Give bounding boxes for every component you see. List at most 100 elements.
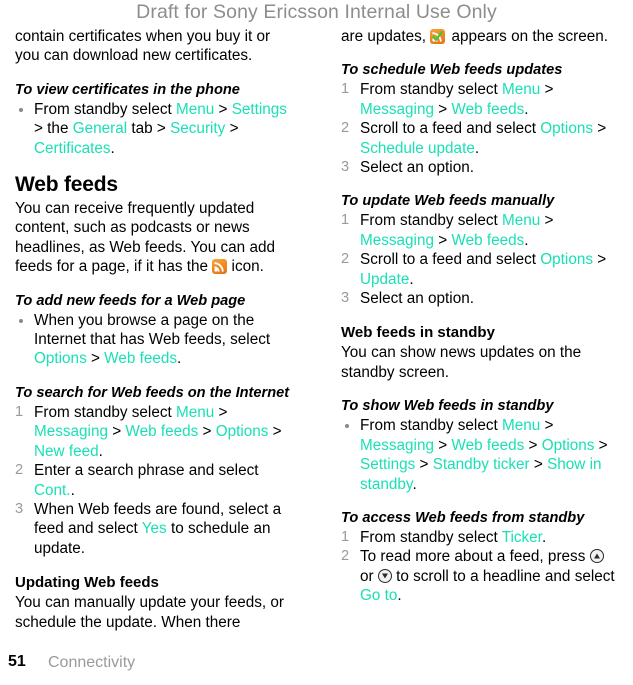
task-heading-add-new-feeds: To add new feeds for a Web page [15, 292, 246, 309]
task-heading-view-certificates: To view certificates in the phone [15, 81, 240, 98]
softkey-messaging[interactable]: Messaging [360, 437, 434, 454]
step-text: Enter a search phrase and select [34, 462, 259, 480]
softkey-web-feeds[interactable]: Web feeds [125, 423, 198, 440]
softkey-certificates[interactable]: Certificates [34, 140, 111, 157]
footer-section-name: Connectivity [48, 654, 136, 671]
softkey-options[interactable]: Options [540, 120, 593, 137]
period: . [409, 270, 414, 288]
bullet-list-add-new-feeds: When you browse a page on the Internet t… [15, 311, 294, 369]
page-footer: 51 Connectivity [0, 653, 633, 677]
softkey-schedule-update[interactable]: Schedule update [360, 140, 475, 157]
softkey-settings[interactable]: Settings [232, 101, 287, 118]
separator: > [198, 423, 216, 441]
subsection-heading-updating-web-feeds: Updating Web feeds [15, 574, 159, 592]
softkey-settings[interactable]: Settings [360, 456, 415, 473]
softkey-messaging[interactable]: Messaging [360, 232, 434, 249]
bullet-list-show-standby: From standby select Menu > Messaging > W… [341, 416, 620, 494]
step-list-access-standby: 1 From standby select Ticker. 2 To read mo… [341, 528, 620, 606]
step-number: 3 [341, 159, 350, 176]
separator: > [433, 231, 452, 249]
period: . [110, 139, 115, 157]
step-text: From standby select [34, 403, 176, 421]
continued-text: are updates, [341, 28, 431, 45]
softkey-cont[interactable]: Cont. [34, 482, 71, 499]
list-item: 2 To read more about a feed, press or to … [341, 547, 620, 605]
left-column: contain certificates when you buy it or … [0, 27, 316, 632]
step-number: 2 [341, 548, 350, 565]
step-text: Select an option. [360, 290, 474, 308]
subsection-body-updating-web-feeds: You can manually update your feeds, or s… [15, 594, 285, 631]
step-list-search-feeds: 1 From standby select Menu > Messaging > … [15, 403, 294, 558]
softkey-yes[interactable]: Yes [142, 520, 167, 537]
period: . [397, 587, 402, 605]
page-number: 51 [8, 653, 26, 670]
step-text-tail: to scroll to a headline and select [391, 567, 615, 585]
intro-text-tail: icon. [227, 258, 264, 276]
softkey-web-feeds[interactable]: Web feeds [451, 101, 524, 118]
rss-updated-icon [430, 29, 446, 44]
nav-down-icon [377, 568, 392, 583]
softkey-web-feeds[interactable]: Web feeds [451, 232, 524, 249]
softkey-options[interactable]: Options [540, 251, 593, 268]
subsection-heading-web-feeds-in-standby: Web feeds in standby [341, 324, 495, 342]
softkey-menu[interactable]: Menu [176, 404, 214, 421]
list-item: 1 From standby select Ticker. [341, 528, 620, 547]
list-item: From standby select Menu > Messaging > W… [341, 416, 620, 494]
list-item: From standby select Menu > Settings > th… [15, 100, 294, 158]
softkey-security[interactable]: Security [170, 120, 225, 137]
softkey-update[interactable]: Update [360, 271, 409, 288]
period: . [541, 528, 547, 546]
list-item: 3 When Web feeds are found, select a feed… [15, 500, 294, 558]
softkey-options[interactable]: Options [542, 437, 595, 454]
separator: tab > [127, 120, 171, 138]
softkey-options[interactable]: Options [216, 423, 269, 440]
softkey-general[interactable]: General [73, 120, 127, 137]
separator: > [86, 350, 105, 368]
step-text: From standby select [360, 81, 502, 99]
step-text: Select an option. [360, 159, 474, 177]
step-text: To read more about a feed, press [360, 548, 590, 566]
separator: > [594, 436, 608, 454]
list-item: 2 Enter a search phrase and select Cont.. [15, 461, 294, 500]
continued-line-2: you can download new certificates. [15, 47, 253, 65]
separator: > [593, 120, 607, 138]
step-text: From standby select [360, 417, 502, 435]
step-list-schedule-updates: 1 From standby select Menu > Messaging > … [341, 80, 620, 177]
softkey-messaging[interactable]: Messaging [360, 101, 434, 118]
softkey-menu[interactable]: Menu [502, 417, 540, 434]
separator: > [529, 456, 548, 474]
page-columns: contain certificates when you buy it or … [0, 27, 633, 645]
step-text: Scroll to a feed and select [360, 120, 541, 138]
task-heading-show-web-feeds-in-standby: To show Web feeds in standby [341, 398, 554, 415]
separator: > [433, 436, 452, 454]
softkey-web-feeds[interactable]: Web feeds [451, 437, 524, 454]
softkey-go-to[interactable]: Go to [360, 587, 397, 604]
step-number: 3 [15, 500, 24, 517]
list-item: 2 Scroll to a feed and select Options > U… [341, 250, 620, 289]
separator: > [593, 251, 607, 269]
right-column: are updates, appears on the screen. To s… [316, 27, 632, 606]
subsection-body-web-feeds-in-standby: You can show news updates on the standby… [341, 344, 582, 381]
softkey-menu[interactable]: Menu [502, 212, 540, 229]
softkey-options[interactable]: Options [34, 350, 87, 367]
separator: > [540, 417, 554, 435]
task-heading-access-web-feeds-from-standby: To access Web feeds from standby [341, 509, 585, 526]
step-text: From standby select [360, 528, 502, 546]
rss-icon [212, 259, 228, 275]
period: . [412, 475, 417, 493]
softkey-messaging[interactable]: Messaging [34, 423, 108, 440]
continued-paragraph: are updates, appears on the screen. [341, 27, 620, 46]
draft-watermark: Draft for Sony Ericsson Internal Use Onl… [136, 1, 497, 23]
period: . [524, 100, 529, 118]
period: . [70, 481, 75, 499]
separator: > [214, 403, 228, 421]
softkey-menu[interactable]: Menu [502, 81, 540, 98]
softkey-new-feed[interactable]: New feed [34, 443, 99, 460]
softkey-ticker[interactable]: Ticker [502, 529, 542, 546]
manual-page: Draft for Sony Ericsson Internal Use Onl… [0, 0, 633, 685]
softkey-standby-ticker[interactable]: Standby ticker [433, 456, 530, 473]
separator: > [225, 120, 239, 138]
softkey-menu[interactable]: Menu [176, 101, 214, 118]
step-text: From standby select [360, 212, 502, 230]
softkey-web-feeds[interactable]: Web feeds [104, 350, 177, 367]
